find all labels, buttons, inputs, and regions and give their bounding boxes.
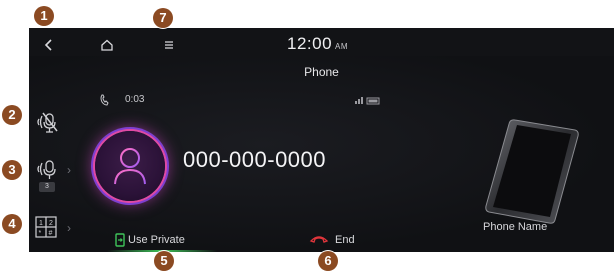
svg-text:1: 1 [39, 220, 43, 227]
callout-marker-7: 7 [153, 8, 173, 28]
callout-marker-1: 1 [34, 6, 54, 26]
phone-call-screen: 12:00 AM Phone 3 › 1 2 * # › 0:03 000-00… [29, 28, 614, 252]
phone-device-image [485, 119, 579, 224]
person-icon [114, 148, 146, 185]
keypad-icon: 1 2 * # [35, 216, 57, 238]
chevron-left-icon [44, 39, 52, 51]
callout-marker-5: 5 [154, 251, 174, 271]
caller-avatar [95, 131, 165, 201]
keypad-button[interactable]: 1 2 * # [29, 208, 81, 252]
callout-marker-6: 6 [318, 251, 338, 271]
hang-up-icon [309, 236, 329, 243]
clock: 12:00 AM [287, 34, 348, 54]
mobile-transfer-icon [115, 233, 125, 247]
microphone-volume-level: 3 [39, 182, 55, 192]
microphone-volume-icon [37, 160, 56, 179]
signal-battery-icon [355, 97, 380, 105]
svg-text:*: * [39, 230, 42, 237]
home-button[interactable] [98, 36, 116, 54]
connected-phone-name: Phone Name [483, 221, 548, 233]
page-title: Phone [304, 65, 339, 79]
svg-text:2: 2 [49, 220, 53, 227]
menu-button[interactable] [160, 36, 178, 54]
use-private-label: Use Private [128, 234, 185, 246]
call-timer-icon [100, 94, 109, 106]
home-icon [101, 39, 113, 51]
chevron-right-icon: › [67, 163, 71, 177]
back-button[interactable] [39, 36, 59, 54]
callout-marker-4: 4 [2, 214, 22, 234]
svg-text:#: # [49, 230, 53, 237]
callout-marker-2: 2 [2, 105, 22, 125]
hamburger-menu-icon [165, 41, 173, 49]
caller-phone-number: 000-000-0000 [183, 147, 327, 172]
microphone-volume-button[interactable]: 3 [29, 152, 81, 198]
callout-marker-3: 3 [2, 160, 22, 180]
chevron-right-icon: › [67, 221, 71, 235]
clock-ampm: AM [335, 42, 349, 51]
mute-microphone-button[interactable] [29, 102, 81, 148]
clock-time: 12:00 [287, 34, 333, 53]
microphone-mute-icon [37, 112, 58, 133]
end-call-label: End [335, 234, 355, 246]
call-duration: 0:03 [125, 94, 145, 105]
